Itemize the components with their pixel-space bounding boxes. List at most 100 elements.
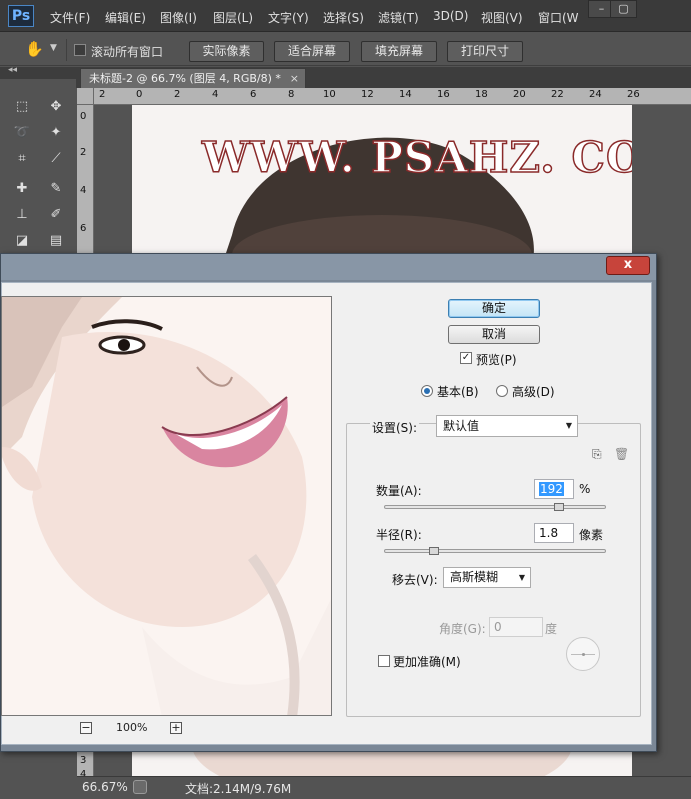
eyedropper-tool-icon[interactable]: ⟋ [43, 148, 69, 170]
fill-screen-button[interactable]: 填充屏幕 [361, 41, 437, 62]
ruler-origin[interactable] [77, 88, 94, 105]
options-bar: ✋ ▼ 滚动所有窗口 实际像素 适合屏幕 填充屏幕 打印尺寸 [0, 33, 691, 66]
scroll-all-windows-label: 滚动所有窗口 [91, 45, 164, 59]
document-size[interactable]: 文档:2.14M/9.76M [185, 780, 291, 797]
menu-layer[interactable]: 图层(L) [213, 9, 253, 26]
fit-screen-button[interactable]: 适合屏幕 [274, 41, 350, 62]
document-tab[interactable]: 未标题-2 @ 66.7% (图层 4, RGB/8) * × [80, 68, 306, 88]
delete-preset-icon[interactable]: 🗑 [614, 447, 629, 463]
collapse-icon: ◂◂ [8, 65, 18, 75]
lasso-tool-icon[interactable]: ➰ [9, 122, 35, 144]
settings-select[interactable]: 默认值 ▼ [436, 415, 578, 437]
filter-dialog: x − 100% + 确定 取消 ✓ 预览(P) 基本(B) 高级(D) 设置(… [0, 253, 657, 752]
tool-preset-chevron-icon[interactable]: ▼ [50, 43, 57, 53]
save-preset-icon[interactable]: ⎘ [592, 447, 608, 463]
crop-tool-icon[interactable]: ⌗ [9, 148, 35, 170]
ruler-label: 26 [627, 89, 640, 100]
ruler-label: 0 [80, 111, 87, 122]
options-separator [66, 39, 67, 61]
maximize-button[interactable]: ▢ [610, 0, 637, 18]
amount-label: 数量(A): [376, 484, 422, 498]
history-brush-tool-icon[interactable]: ✐ [43, 204, 69, 226]
ruler-label: 4 [212, 89, 219, 100]
dialog-titlebar[interactable] [1, 254, 656, 280]
ruler-label: 8 [288, 89, 295, 100]
print-size-button[interactable]: 打印尺寸 [447, 41, 523, 62]
photoshop-logo: Ps [8, 5, 34, 27]
magic-wand-tool-icon[interactable]: ✦ [43, 122, 69, 144]
more-accurate-checkbox[interactable] [378, 655, 390, 667]
advanced-mode-label: 高级(D) [512, 385, 555, 399]
filter-preview[interactable] [1, 296, 332, 716]
menu-select[interactable]: 选择(S) [323, 9, 364, 26]
basic-mode-radio[interactable] [421, 385, 433, 397]
status-info-icon[interactable] [133, 780, 147, 794]
close-document-icon[interactable]: × [290, 69, 299, 88]
chevron-down-icon: ▼ [565, 421, 572, 430]
gradient-tool-icon[interactable]: ▤ [43, 230, 69, 252]
ruler-label: 14 [399, 89, 412, 100]
ruler-label: 18 [475, 89, 488, 100]
menu-type[interactable]: 文字(Y) [268, 9, 309, 26]
scroll-all-windows-checkbox[interactable] [74, 44, 86, 56]
ruler-label: 3 [80, 755, 87, 766]
radius-slider[interactable] [384, 549, 606, 553]
chevron-down-icon: ▼ [518, 573, 525, 582]
preview-label: 预览(P) [476, 353, 517, 367]
menu-edit[interactable]: 编辑(E) [105, 9, 146, 26]
amount-input[interactable]: 192 [534, 479, 574, 499]
zoom-in-button[interactable]: + [170, 722, 182, 734]
ruler-label: 20 [513, 89, 526, 100]
ruler-label: 22 [551, 89, 564, 100]
zoom-out-button[interactable]: − [80, 722, 92, 734]
marquee-tool-icon[interactable]: ⬚ [9, 96, 35, 118]
dialog-close-button[interactable]: x [606, 256, 650, 275]
amount-slider-thumb[interactable] [554, 503, 564, 511]
radius-input[interactable]: 1.8 [534, 523, 574, 543]
ruler-label: 24 [589, 89, 602, 100]
radius-slider-thumb[interactable] [429, 547, 439, 555]
move-tool-icon[interactable]: ✥ [43, 96, 69, 118]
eraser-tool-icon[interactable]: ◪ [9, 230, 35, 252]
healing-brush-tool-icon[interactable]: ✚ [9, 178, 35, 200]
angle-label: 角度(G): [439, 622, 486, 636]
toolbar-collapse-handle[interactable]: ◂◂ [0, 65, 76, 79]
angle-dial[interactable] [566, 637, 600, 671]
clone-stamp-tool-icon[interactable]: ⊥ [9, 204, 35, 226]
remove-select[interactable]: 高斯模糊 ▼ [443, 567, 531, 588]
brush-tool-icon[interactable]: ✎ [43, 178, 69, 200]
actual-pixels-button[interactable]: 实际像素 [189, 41, 264, 62]
menu-3d[interactable]: 3D(D) [433, 9, 468, 23]
ruler-label: 12 [361, 89, 374, 100]
menu-file[interactable]: 文件(F) [50, 9, 90, 26]
basic-mode-label: 基本(B) [437, 385, 479, 399]
tools-panel: ⬚ ✥ ➰ ✦ ⌗ ⟋ ✚ ✎ ⊥ ✐ ◪ ▤ [5, 92, 73, 262]
preview-zoom-level: 100% [116, 721, 148, 734]
menu-bar: Ps 文件(F) 编辑(E) 图像(I) 图层(L) 文字(Y) 选择(S) 滤… [0, 0, 691, 32]
ruler-label: 2 [99, 89, 106, 100]
ruler-label: 2 [174, 89, 181, 100]
menu-view[interactable]: 视图(V) [481, 9, 523, 26]
hand-tool-icon[interactable]: ✋ [25, 41, 44, 57]
horizontal-ruler[interactable]: 2 0 2 4 6 8 10 12 14 16 18 20 22 24 26 [94, 88, 691, 105]
radius-unit: 像素 [579, 528, 604, 542]
menu-image[interactable]: 图像(I) [160, 9, 197, 26]
ruler-label: 0 [136, 89, 143, 100]
advanced-mode-radio[interactable] [496, 385, 508, 397]
settings-value: 默认值 [443, 419, 480, 433]
ok-button[interactable]: 确定 [448, 299, 540, 318]
dialog-body: − 100% + 确定 取消 ✓ 预览(P) 基本(B) 高级(D) 设置(S)… [1, 282, 652, 745]
menu-window[interactable]: 窗口(W [538, 9, 579, 26]
ruler-label: 6 [250, 89, 257, 100]
status-bar: 66.67% 文档:2.14M/9.76M [77, 776, 691, 799]
cancel-button[interactable]: 取消 [448, 325, 540, 344]
preview-checkbox[interactable]: ✓ [460, 352, 472, 364]
zoom-level[interactable]: 66.67% [82, 780, 128, 794]
menu-filter[interactable]: 滤镜(T) [378, 9, 419, 26]
ruler-label: 6 [80, 223, 87, 234]
angle-unit: 度 [545, 622, 558, 636]
amount-slider[interactable] [384, 505, 606, 509]
angle-input[interactable]: 0 [489, 617, 543, 637]
ruler-label: 4 [80, 769, 87, 776]
remove-label: 移去(V): [392, 573, 438, 587]
